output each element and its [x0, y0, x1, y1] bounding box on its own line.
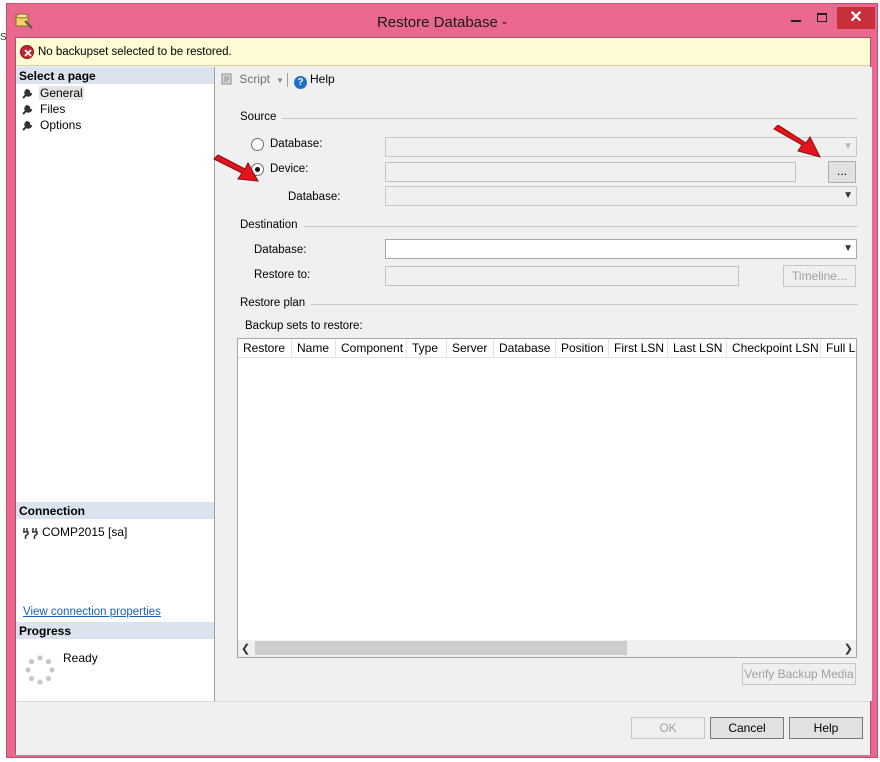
toolbar: Script ▼ ? Help	[216, 67, 872, 91]
help-toolbar-button[interactable]: ? Help	[294, 72, 335, 89]
maximize-icon	[817, 13, 827, 22]
device-database-label: Database:	[288, 191, 341, 203]
verify-backup-media-button[interactable]: Verify Backup Media	[742, 663, 856, 685]
restore-to-textbox[interactable]	[385, 266, 739, 286]
grid-header: Restore Name Component Type Server Datab…	[238, 339, 856, 358]
minimize-button[interactable]	[783, 9, 809, 29]
error-icon	[20, 45, 34, 59]
progress-spinner-icon	[25, 655, 55, 685]
timeline-button[interactable]: Timeline...	[783, 265, 856, 287]
page-item-label: Files	[40, 102, 66, 116]
device-radio-label: Device:	[270, 163, 309, 175]
page-item-label: Options	[40, 118, 82, 132]
device-database-combo[interactable]: ▼	[385, 186, 857, 206]
scrollbar-thumb[interactable]	[255, 641, 627, 655]
wrench-icon	[22, 88, 33, 99]
connection-label: COMP2015 [sa]	[42, 525, 128, 539]
progress-header: Progress	[16, 622, 214, 639]
column-header-full-lsn[interactable]: Full LS	[821, 339, 856, 358]
column-header-restore[interactable]: Restore	[238, 339, 292, 358]
destination-group-line	[240, 226, 858, 227]
annotation-arrow-device-icon	[213, 154, 259, 182]
cancel-button[interactable]: Cancel	[710, 717, 784, 739]
column-header-server[interactable]: Server	[447, 339, 494, 358]
column-header-database[interactable]: Database	[494, 339, 556, 358]
script-label: Script	[239, 72, 271, 86]
restore-plan-group-label: Restore plan	[240, 297, 312, 309]
ok-button[interactable]: OK	[631, 717, 705, 739]
restore-to-label: Restore to:	[254, 269, 311, 281]
horizontal-scrollbar[interactable]: ❮ ❯	[238, 640, 856, 657]
source-group-line	[240, 118, 858, 119]
column-header-checkpoint-lsn[interactable]: Checkpoint LSN	[727, 339, 821, 358]
device-textbox[interactable]	[385, 162, 796, 182]
chevron-down-icon: ▼	[843, 243, 853, 254]
plug-icon	[23, 528, 38, 539]
chevron-down-icon: ▼	[843, 190, 853, 201]
restore-plan-group-line	[240, 304, 858, 305]
database-radio-label: Database:	[270, 138, 323, 150]
backup-sets-label: Backup sets to restore:	[245, 320, 363, 332]
title-bar[interactable]: Restore Database - ✕	[7, 4, 877, 38]
script-button[interactable]: Script ▼	[221, 72, 284, 86]
annotation-arrow-browse-icon	[773, 125, 821, 158]
source-group-label: Source	[240, 111, 283, 123]
toolbar-separator	[287, 73, 288, 87]
column-header-type[interactable]: Type	[407, 339, 447, 358]
select-page-header: Select a page	[16, 67, 214, 84]
dropdown-arrow-icon[interactable]: ▼	[276, 76, 284, 85]
database-radio[interactable]	[251, 138, 264, 151]
column-header-first-lsn[interactable]: First LSN	[609, 339, 668, 358]
right-pane: Script ▼ ? Help Source Database: ▼ Device:…	[213, 67, 872, 701]
script-icon	[221, 73, 232, 85]
page-item-label: General	[39, 86, 84, 100]
help-button[interactable]: Help	[789, 717, 863, 739]
view-connection-properties-link[interactable]: View connection properties	[23, 606, 161, 618]
backup-sets-grid[interactable]: Restore Name Component Type Server Datab…	[237, 338, 857, 658]
left-pane: Select a page General Files Options Conn…	[16, 67, 215, 701]
column-header-name[interactable]: Name	[292, 339, 336, 358]
destination-group-label: Destination	[240, 219, 304, 231]
dialog-footer: OK Cancel Help	[16, 701, 870, 755]
window-title: Restore Database -	[376, 14, 508, 31]
close-button[interactable]: ✕	[837, 7, 875, 29]
destination-database-label: Database:	[254, 244, 307, 256]
help-label: Help	[310, 72, 335, 86]
column-header-position[interactable]: Position	[556, 339, 609, 358]
connection-header: Connection	[16, 502, 214, 519]
info-message: No backupset selected to be restored.	[38, 46, 232, 58]
scroll-right-icon[interactable]: ❯	[844, 642, 853, 655]
destination-database-combo[interactable]: ▼	[385, 239, 857, 259]
minimize-icon	[791, 20, 801, 22]
scroll-left-icon[interactable]: ❮	[241, 642, 250, 655]
browse-device-button[interactable]: ...	[828, 161, 856, 183]
wrench-icon	[22, 104, 33, 115]
column-header-component[interactable]: Component	[336, 339, 407, 358]
maximize-button[interactable]	[809, 9, 835, 29]
progress-status: Ready	[63, 651, 98, 665]
help-icon: ?	[294, 76, 307, 89]
info-bar: No backupset selected to be restored.	[16, 38, 870, 66]
wrench-icon	[22, 120, 33, 131]
column-header-last-lsn[interactable]: Last LSN	[668, 339, 727, 358]
dialog-content: No backupset selected to be restored. Se…	[15, 37, 872, 755]
restore-database-window: Restore Database - ✕ No backupset select…	[6, 3, 878, 758]
chevron-down-icon: ▼	[843, 141, 853, 152]
close-icon: ✕	[849, 9, 863, 26]
